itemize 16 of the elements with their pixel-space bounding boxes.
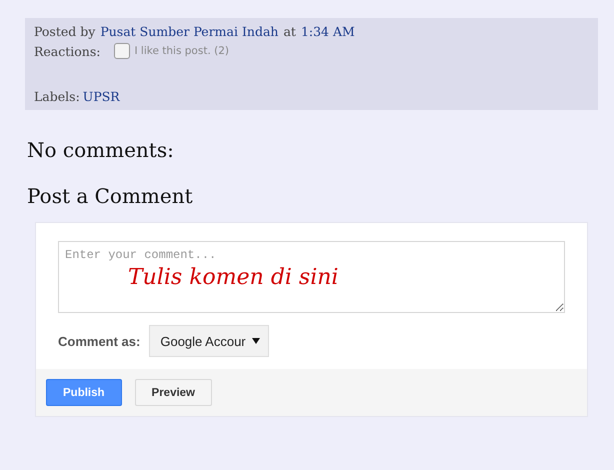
label-link[interactable]: UPSR bbox=[82, 89, 120, 104]
at-text: at bbox=[283, 24, 296, 39]
posted-by-text: Posted by bbox=[34, 24, 96, 39]
labels-label: Labels: bbox=[34, 89, 80, 104]
caret-icon bbox=[252, 338, 260, 344]
comments-heading: No comments: bbox=[27, 138, 175, 162]
reaction-checkbox[interactable] bbox=[114, 43, 130, 59]
time-link[interactable]: 1:34 AM bbox=[300, 24, 355, 39]
comment-as-label: Comment as: bbox=[58, 334, 140, 348]
identity-select[interactable]: Google Accour bbox=[149, 325, 269, 357]
author-link[interactable]: Pusat Sumber Permai Indah bbox=[100, 24, 278, 39]
post-comment-heading: Post a Comment bbox=[27, 184, 194, 208]
preview-button[interactable]: Preview bbox=[134, 379, 212, 406]
reactions-label: Reactions: bbox=[34, 44, 100, 58]
reaction-label: I like this post. (2) bbox=[134, 45, 229, 57]
annotation-text: Tulis komen di sini bbox=[128, 265, 338, 290]
